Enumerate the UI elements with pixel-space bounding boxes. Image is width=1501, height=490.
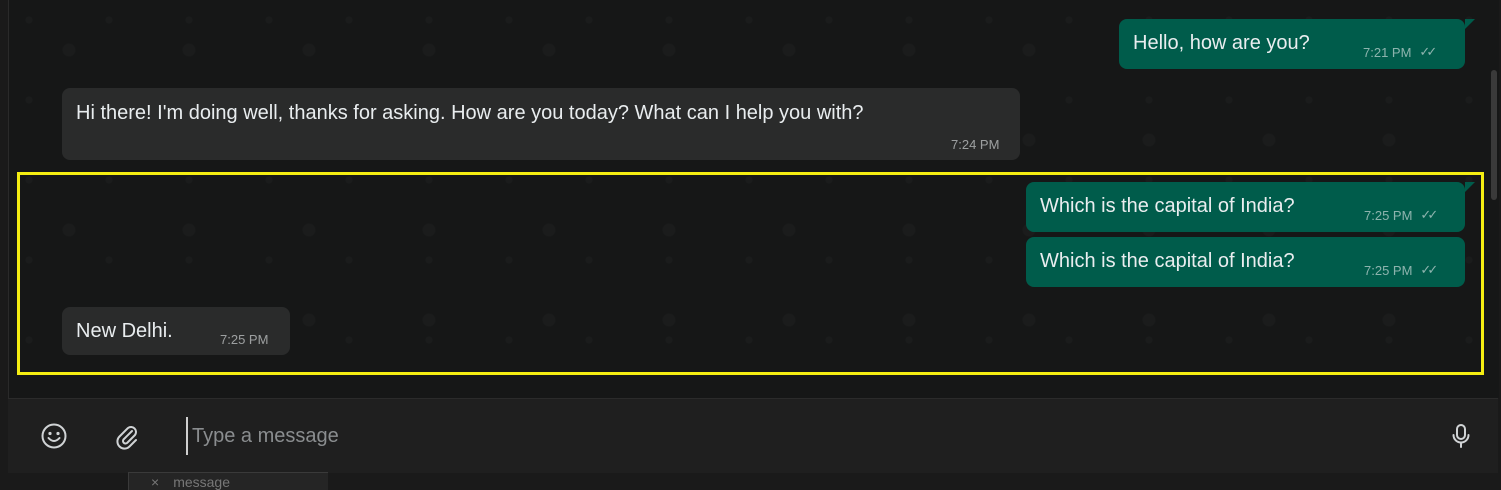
emoji-icon <box>41 423 67 449</box>
background-window-strip: × message <box>128 472 328 490</box>
highlight-box <box>17 172 1484 375</box>
underlay-text: message <box>173 473 230 490</box>
attach-button[interactable] <box>111 420 143 452</box>
emoji-button[interactable] <box>38 420 70 452</box>
voice-message-button[interactable] <box>1445 420 1477 452</box>
message-time: 7:21 PM <box>1363 44 1412 60</box>
message-text: Hello, how are you? <box>1133 32 1310 54</box>
message-input[interactable] <box>186 417 1394 455</box>
double-check-icon: ✓✓ <box>1419 44 1437 59</box>
message-text: Hi there! I'm doing well, thanks for ask… <box>76 102 864 124</box>
bubble-tail <box>1465 19 1475 29</box>
message-bubble-outgoing[interactable]: Hello, how are you? 7:21 PM ✓✓ <box>1119 19 1465 69</box>
message-time: 7:24 PM <box>951 137 1000 152</box>
scrollbar[interactable] <box>1491 70 1497 200</box>
close-icon: × <box>151 473 160 490</box>
message-meta: 7:21 PM ✓✓ <box>1363 44 1437 60</box>
message-bubble-incoming[interactable]: Hi there! I'm doing well, thanks for ask… <box>62 88 1020 160</box>
paperclip-icon <box>116 426 137 450</box>
microphone-icon <box>1452 424 1470 448</box>
message-composer <box>8 398 1498 473</box>
